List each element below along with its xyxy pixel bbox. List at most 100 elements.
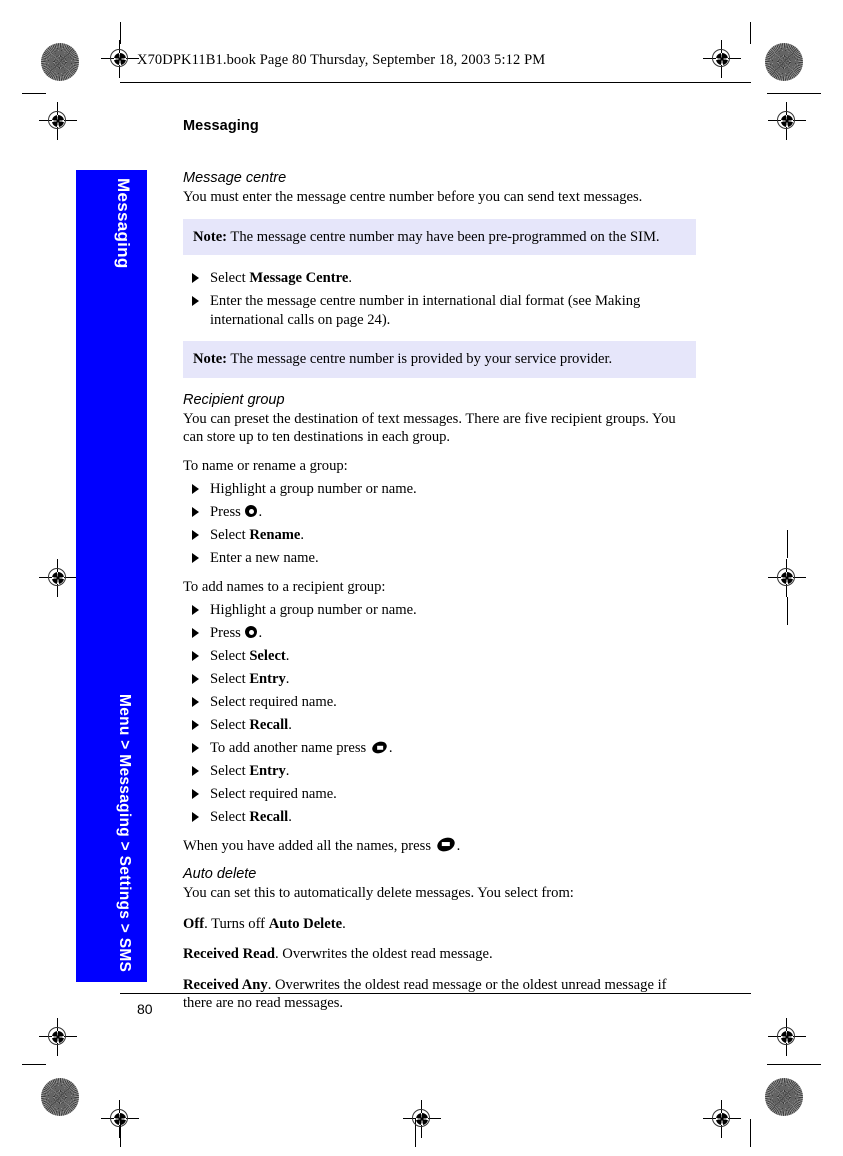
registration-target-icon-bottom-right-inner: [768, 1018, 806, 1056]
rename-group-lead: To name or rename a group:: [183, 457, 348, 474]
list-item: Select Entry.: [183, 670, 696, 689]
step-pre: To add another name press: [210, 740, 370, 756]
page-header-rule: [120, 82, 751, 83]
bullet-triangle-icon: [192, 605, 199, 615]
bullet-triangle-icon: [192, 296, 199, 306]
step-pre: Select: [210, 648, 250, 664]
option-name: Off: [183, 915, 205, 932]
step-post: .: [285, 763, 290, 779]
step-pre: Select required name.: [210, 694, 337, 710]
step-post: .: [258, 625, 263, 641]
step-pre: Select: [210, 717, 250, 733]
step-pre: Select: [210, 809, 250, 825]
step-pre: Press: [210, 625, 245, 641]
crop-mark-horizontal-top-right: [767, 93, 821, 94]
closing-pre: When you have added all the names, press: [183, 837, 435, 854]
list-item: Select Message Centre.: [183, 269, 696, 288]
bullet-triangle-icon: [192, 628, 199, 638]
step-bold: Select: [249, 648, 286, 664]
step-post: .: [288, 717, 292, 733]
step-bold: Entry: [249, 763, 286, 779]
option-mid: . Turns off: [204, 915, 269, 932]
registration-target-icon-bottom-center: [403, 1100, 441, 1138]
chapter-side-tab: Messaging Menu > Messaging > Settings > …: [76, 170, 147, 982]
note-text: The message centre number may have been …: [227, 228, 660, 245]
page-content: Messaging Message centre You must enter …: [183, 118, 696, 1023]
note-label: Note:: [193, 351, 228, 367]
step-post: .: [300, 527, 305, 543]
bullet-triangle-icon: [192, 789, 199, 799]
list-item: Highlight a group number or name.: [183, 601, 696, 620]
registration-target-icon-top-left-inner: [39, 102, 77, 140]
soft-key-icon: [370, 739, 389, 756]
registration-target-icon-mid-right: [768, 559, 806, 597]
step-bold: Rename: [249, 527, 301, 543]
note-box-provider: Note: The message centre number is provi…: [183, 341, 696, 378]
list-item: Enter the message centre number in inter…: [183, 292, 696, 329]
recipient-group-intro: You can preset the destination of text m…: [183, 410, 676, 446]
bullet-triangle-icon: [192, 720, 199, 730]
note-label: Note:: [193, 228, 228, 245]
step-pre: Select required name.: [210, 786, 337, 802]
step-post: .: [285, 648, 290, 664]
step-pre: Highlight a group number or name.: [210, 481, 417, 497]
auto-delete-option: Received Read. Overwrites the oldest rea…: [183, 945, 696, 964]
registration-target-icon-top-left: [101, 40, 139, 78]
list-item: Select Recall.: [183, 716, 696, 735]
step-post: .: [258, 504, 263, 520]
step-post: .: [288, 809, 292, 825]
side-tab-breadcrumb: Menu > Messaging > Settings > SMS: [116, 693, 133, 972]
step-pre: Press: [210, 504, 245, 520]
step-bold: Recall: [249, 717, 289, 733]
step-bold: Recall: [249, 809, 289, 825]
crop-mark-vertical-mid-right: [787, 530, 788, 558]
registration-target-icon-top-right-inner: [768, 102, 806, 140]
bullet-triangle-icon: [192, 697, 199, 707]
note-text: The message centre number is provided by…: [227, 351, 613, 367]
add-names-steps: Highlight a group number or name. Press …: [183, 601, 696, 827]
bullet-triangle-icon: [192, 674, 199, 684]
option-name: Received Read: [183, 946, 275, 962]
bullet-triangle-icon: [192, 530, 199, 540]
crop-mark-vertical-right: [750, 22, 751, 44]
note-box-sim: Note: The message centre number may have…: [183, 218, 696, 255]
bullet-triangle-icon: [192, 273, 199, 283]
bullet-triangle-icon: [192, 812, 199, 822]
registration-target-icon-bottom-right: [703, 1100, 741, 1138]
step-pre: Select: [210, 270, 250, 286]
add-names-lead: To add names to a recipient group:: [183, 578, 386, 595]
registration-starburst-icon-top-left: [41, 43, 79, 81]
crop-mark-horizontal-bottom-left: [22, 1064, 46, 1065]
list-item: To add another name press .: [183, 739, 696, 758]
page-title: Messaging: [183, 118, 259, 134]
option-name-2: Auto Delete: [268, 915, 343, 932]
registration-target-icon-top-right: [703, 40, 741, 78]
page-footer-rule: [120, 993, 751, 994]
crop-mark-horizontal-bottom-right: [767, 1064, 821, 1065]
soft-key-icon: [434, 834, 457, 854]
crop-mark-vertical-bottom-left: [120, 1119, 121, 1147]
list-item: Select Rename.: [183, 526, 696, 545]
step-post: .: [388, 740, 393, 756]
step-pre: Highlight a group number or name.: [210, 602, 417, 618]
step-bold: Message Centre: [249, 270, 349, 286]
list-item: Select Select.: [183, 647, 696, 666]
option-name: Received Any: [183, 976, 268, 993]
bullet-triangle-icon: [192, 484, 199, 494]
closing-post: .: [456, 837, 461, 854]
step-pre: Select: [210, 671, 250, 687]
step-pre: Enter the message centre number in inter…: [210, 293, 641, 328]
auto-delete-option: Received Any. Overwrites the oldest read…: [183, 976, 696, 1013]
registration-target-icon-bottom-left-inner: [39, 1018, 77, 1056]
list-item: Highlight a group number or name.: [183, 480, 696, 499]
step-pre: Select: [210, 763, 250, 779]
list-item: Enter a new name.: [183, 549, 696, 568]
registration-starburst-icon-bottom-left: [41, 1078, 79, 1116]
round-key-icon: [245, 626, 258, 638]
registration-starburst-icon-top-right: [765, 43, 803, 81]
list-item: Select required name.: [183, 693, 696, 712]
step-pre: Select: [210, 527, 250, 543]
list-item: Select required name.: [183, 785, 696, 804]
auto-delete-intro: You can set this to automatically delete…: [183, 885, 574, 901]
round-key-icon: [245, 505, 258, 517]
